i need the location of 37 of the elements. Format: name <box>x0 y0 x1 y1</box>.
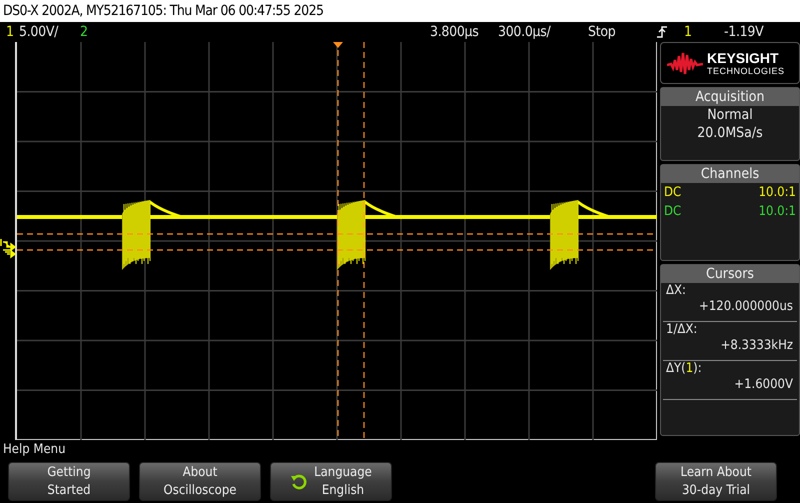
probe-ratio: 10.0:1 <box>758 203 796 221</box>
window-title: DS0-X 2002A, MY52167105: Thu Mar 06 00:47:55 2025 <box>0 0 800 22</box>
vertical-scale: 5.00V/ <box>19 24 60 40</box>
acquisition-mode: Normal <box>706 106 754 124</box>
cursor-label: 1/ΔX: <box>666 322 698 338</box>
run-state: Stop <box>588 24 616 40</box>
trigger-marker-icon <box>333 42 343 48</box>
timebase: 300.0µs/ <box>498 24 552 40</box>
cursor-label: ΔY(1): <box>666 361 702 377</box>
cursor-value: +8.3333kHz <box>720 338 793 354</box>
channel-coupling: DC <box>664 203 682 221</box>
ground-marker-icon <box>0 237 16 259</box>
logo-name: KEYSIGHT <box>707 50 780 64</box>
cycle-icon <box>290 472 308 490</box>
cursor-label: ΔX: <box>666 283 686 299</box>
panel-header: Cursors <box>661 265 799 283</box>
trigger-source: 1 <box>684 24 693 40</box>
softkey-button[interactable]: About Oscilloscope <box>139 462 261 501</box>
cursor-value: +1.6000V <box>734 377 793 393</box>
channel-label[interactable]: 1 <box>0 24 19 40</box>
rising-edge-icon <box>656 25 668 39</box>
logo-subtitle: TECHNOLOGIES <box>707 66 785 76</box>
softkey-button[interactable]: Learn About 30-day Trial <box>655 462 777 501</box>
channel-label[interactable]: 2 <box>80 24 100 40</box>
probe-ratio: 10.0:1 <box>758 184 796 202</box>
trigger-delay: 3.800µs <box>430 24 480 40</box>
channel-coupling: DC <box>664 184 682 202</box>
panel-header: Acquisition <box>661 88 799 106</box>
cursor-value: +120.000000us <box>699 299 793 315</box>
softkey-button[interactable]: Language English <box>270 462 392 501</box>
trigger-level: -1.19V <box>724 24 764 40</box>
wave-logo-icon <box>667 50 703 76</box>
panel-header: Channels <box>661 165 799 183</box>
softkey-button[interactable]: Getting Started <box>8 462 130 501</box>
cursor-line[interactable] <box>363 42 365 440</box>
menu-title: Help Menu <box>2 441 67 459</box>
sample-rate: 20.0MSa/s <box>696 124 764 142</box>
